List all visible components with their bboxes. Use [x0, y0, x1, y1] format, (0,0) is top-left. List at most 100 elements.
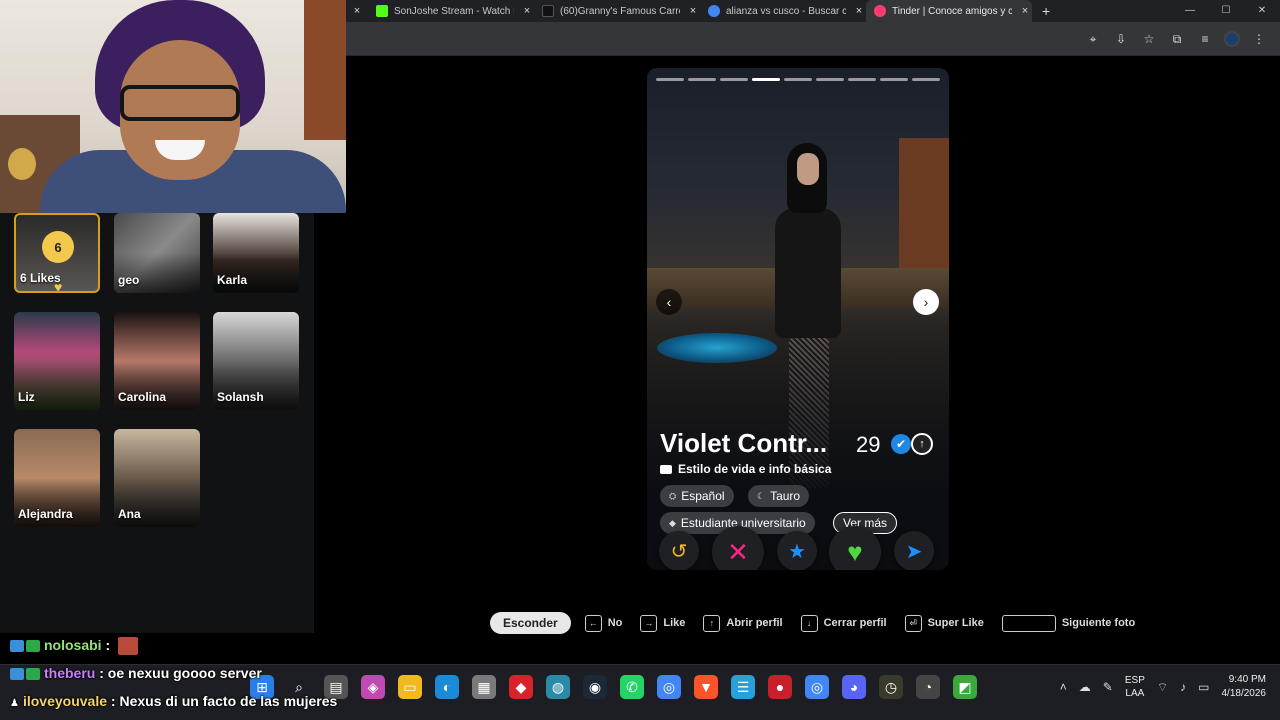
browser-toolbar: ⌖ ⇩ ☆ ⧉ ≡ ⋮	[346, 22, 1280, 56]
window-controls: — ☐ ✕	[1172, 0, 1280, 22]
pen-icon[interactable]: ✎	[1103, 680, 1113, 694]
rewind-button[interactable]: ↺	[659, 531, 699, 570]
wifi-icon[interactable]: ⌔	[1157, 680, 1168, 695]
photo-progress-segment	[752, 78, 780, 81]
chat-text: : oe nexuu goooo server	[95, 665, 262, 681]
moon-icon: ☾	[757, 490, 766, 501]
tab-kick-stream[interactable]: SonJoshe Stream - Watch L ×	[368, 0, 534, 22]
app-red-icon[interactable]: ◆	[509, 675, 533, 699]
media-queue-icon[interactable]: ≡	[1196, 30, 1214, 48]
photo-progress-segment	[688, 78, 716, 81]
like-button[interactable]: ♥	[829, 526, 881, 570]
install-app-icon[interactable]: ⇩	[1112, 30, 1130, 48]
chat-badge-icon	[10, 668, 24, 681]
globe-app-icon[interactable]: ◍	[546, 675, 570, 699]
maximize-button[interactable]: ☐	[1208, 0, 1244, 22]
extensions-icon[interactable]: ⧉	[1168, 30, 1186, 48]
streamer-glasses	[120, 85, 240, 121]
cloud-icon[interactable]: ☁	[1079, 680, 1091, 694]
menu-kebab-icon[interactable]: ⋮	[1250, 30, 1268, 48]
chat-message: ♟ iloveyouvale : Nexus di un facto de las…	[10, 693, 337, 709]
next-photo-button[interactable]: ›	[913, 289, 939, 315]
match-card[interactable]: Karla	[213, 213, 299, 293]
tab-title: (60)Granny's Famous Carro	[560, 5, 680, 17]
likes-you-card[interactable]: 6 6 Likes ♥	[14, 213, 100, 293]
bookmark-star-icon[interactable]: ☆	[1140, 30, 1158, 48]
tab-close-icon[interactable]: ×	[346, 5, 368, 17]
match-card[interactable]: Alejandra	[14, 429, 100, 527]
open-profile-button[interactable]: ↑	[911, 433, 933, 455]
discord-icon[interactable]: ◕	[842, 675, 866, 699]
match-card[interactable]: Liz	[14, 312, 100, 410]
match-name: Liz	[18, 390, 35, 404]
browser-tab-bar: × SonJoshe Stream - Watch L × (60)Granny…	[346, 0, 1280, 22]
photo-person-face	[797, 153, 819, 185]
shortcut-label: Cerrar perfil	[823, 617, 887, 629]
tab-tinder[interactable]: Tinder | Conoce amigos y c ×	[866, 0, 1032, 22]
chrome-icon[interactable]: ◎	[657, 675, 681, 699]
tab-tiktok[interactable]: (60)Granny's Famous Carro ×	[534, 0, 700, 22]
new-tab-button[interactable]: +	[1042, 3, 1050, 19]
photo-progress-segment	[848, 78, 876, 81]
super-like-button[interactable]: ★	[777, 531, 817, 570]
brave-icon[interactable]: ▼	[694, 675, 718, 699]
arrow-down-key-icon: ↓	[800, 614, 818, 632]
match-card[interactable]: Carolina	[114, 312, 200, 410]
minimize-button[interactable]: —	[1172, 0, 1208, 22]
shortcut-label: Siguiente foto	[1061, 617, 1136, 629]
previous-photo-button[interactable]: ‹	[656, 289, 682, 315]
profile-card[interactable]: ‹ › Violet Contr... 29 ✔ ↑ Estilo de vid…	[647, 68, 949, 570]
chrome-active-icon[interactable]: ◎	[805, 675, 829, 699]
shortcut-label: Like	[663, 617, 686, 629]
language-indicator[interactable]: ESP LAA	[1125, 674, 1145, 700]
arrow-up-key-icon: ↑	[703, 614, 721, 632]
location-icon[interactable]: ⌖	[1084, 30, 1102, 48]
rewind-icon: ↺	[670, 540, 688, 563]
whatsapp-icon[interactable]: ✆	[620, 675, 644, 699]
profile-age: 29	[856, 432, 881, 457]
tab-google-search[interactable]: alianza vs cusco - Buscar c ×	[700, 0, 866, 22]
shortcut-label: No	[607, 617, 623, 629]
tab-close-icon[interactable]: ×	[520, 5, 534, 17]
chip-zodiac: ☾ Tauro	[748, 485, 810, 507]
chat-badge-icon	[10, 640, 24, 653]
clock-time: 9:40 PM	[1228, 674, 1266, 685]
tab-close-icon[interactable]: ×	[852, 5, 866, 17]
teddy-bear	[8, 148, 36, 180]
battery-icon[interactable]: ▭	[1198, 680, 1209, 694]
chat-username: iloveyouvale	[22, 693, 108, 709]
edge-icon[interactable]: ◐	[435, 675, 459, 699]
photo-progress-segment	[912, 78, 940, 81]
photo-progress-segment	[816, 78, 844, 81]
chevron-up-icon[interactable]: ˄	[1060, 680, 1067, 694]
hide-shortcuts-button[interactable]: Esconder	[490, 612, 571, 634]
chat-username: theberu	[44, 665, 96, 681]
app-record-icon[interactable]: ●	[768, 675, 792, 699]
photo-progress-segment	[880, 78, 908, 81]
match-name: Ana	[118, 507, 141, 521]
close-window-button[interactable]: ✕	[1244, 0, 1280, 22]
profile-name: Violet Contr...	[660, 428, 828, 458]
clock[interactable]: 9:40 PM 4/18/2026	[1222, 673, 1267, 701]
file-explorer-icon[interactable]: ▭	[398, 675, 422, 699]
tab-close-icon[interactable]: ×	[686, 5, 700, 17]
obs-icon[interactable]: ◔	[916, 675, 940, 699]
store-icon[interactable]: ▦	[472, 675, 496, 699]
boost-button[interactable]: ➤	[894, 531, 934, 570]
chat-message: theberu : oe nexuu goooo server	[10, 665, 262, 681]
steam-icon[interactable]: ◉	[583, 675, 607, 699]
match-card[interactable]: geo	[114, 213, 200, 293]
notepad-icon[interactable]: ☰	[731, 675, 755, 699]
likes-count-badge: 6	[42, 231, 74, 263]
profile-avatar-icon[interactable]	[1224, 31, 1240, 47]
volume-icon[interactable]: ♪	[1180, 680, 1186, 694]
app-compass-icon[interactable]: ◷	[879, 675, 903, 699]
clock-date: 4/18/2026	[1221, 688, 1267, 699]
match-card[interactable]: Solansh	[213, 312, 299, 410]
match-card[interactable]: Ana	[114, 429, 200, 527]
nope-button[interactable]: ✕	[712, 526, 764, 570]
chat-badge-icon	[26, 668, 40, 681]
app-cube-icon[interactable]: ◩	[953, 675, 977, 699]
copilot-icon[interactable]: ◈	[361, 675, 385, 699]
tab-close-icon[interactable]: ×	[1018, 5, 1032, 17]
